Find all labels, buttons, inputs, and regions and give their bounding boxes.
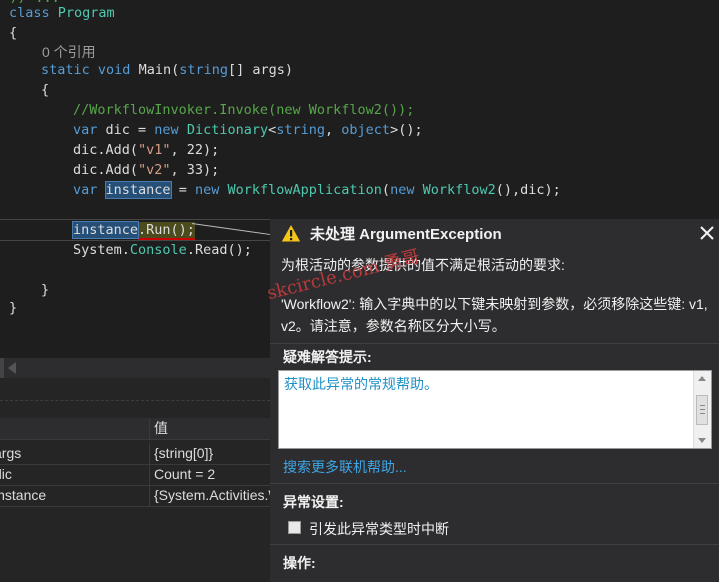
horizontal-scrollbar[interactable] bbox=[0, 358, 270, 378]
value-column-header[interactable]: 值 bbox=[149, 418, 270, 439]
code-text: ( bbox=[381, 182, 391, 198]
keyword: var bbox=[73, 182, 98, 198]
code-line-class: class Program bbox=[9, 3, 115, 23]
table-row[interactable]: instance {System.Activities.WorkflowAppl… bbox=[0, 485, 270, 507]
string-literal: "v1" bbox=[138, 142, 171, 158]
scrollbar-edge bbox=[0, 358, 4, 378]
highlighted-variable[interactable]: instance bbox=[71, 221, 140, 239]
code-line-comment: //WorkflowInvoker.Invoke(new Workflow2()… bbox=[73, 102, 415, 118]
keyword: new bbox=[194, 182, 220, 198]
exception-title: 未处理 ArgumentException bbox=[310, 226, 502, 243]
keyword: void bbox=[97, 62, 131, 78]
keyword: new bbox=[390, 182, 415, 198]
keyword: class bbox=[9, 5, 50, 21]
highlighted-variable[interactable]: instance bbox=[104, 181, 172, 199]
code-text: dic.Add( bbox=[73, 142, 139, 158]
local-value: {string[0]} bbox=[149, 443, 270, 464]
divider bbox=[270, 343, 719, 344]
code-line-brace: { bbox=[41, 82, 50, 98]
code-text: >(); bbox=[390, 122, 423, 138]
scroll-down-icon[interactable] bbox=[698, 438, 706, 443]
code-text: , 33); bbox=[170, 162, 220, 178]
scrollbar-thumb[interactable] bbox=[696, 395, 708, 425]
divider bbox=[270, 483, 719, 484]
code-line-brace: } bbox=[9, 300, 18, 316]
class-name: Program bbox=[57, 5, 115, 21]
keyword: new bbox=[154, 122, 179, 138]
code-line-add2: dic.Add("v2", 33); bbox=[73, 160, 219, 180]
method-name: Main( bbox=[138, 62, 180, 78]
troubleshooting-heading: 疑难解答提示: bbox=[283, 349, 372, 365]
keyword: var bbox=[73, 122, 98, 138]
code-text: , 22); bbox=[170, 142, 220, 158]
break-on-exception-label[interactable]: 引发此异常类型时中断 bbox=[309, 519, 449, 539]
type-name: WorkflowApplication bbox=[227, 182, 382, 198]
close-icon[interactable] bbox=[697, 223, 717, 243]
local-value: Count = 2 bbox=[149, 464, 270, 485]
table-row[interactable]: args {string[0]} bbox=[0, 443, 270, 465]
code-line-run: instance.Run(); bbox=[71, 220, 195, 240]
table-row[interactable]: dic Count = 2 bbox=[0, 464, 270, 486]
keyword: static bbox=[41, 62, 90, 78]
code-text: .Read(); bbox=[186, 242, 252, 258]
type-name: Workflow2 bbox=[422, 182, 496, 198]
code-line-console: System.Console.Read(); bbox=[73, 240, 252, 260]
code-text: dic.Add( bbox=[73, 162, 139, 178]
actions-heading: 操作: bbox=[283, 555, 316, 571]
local-name: args bbox=[0, 445, 22, 461]
scroll-left-icon[interactable] bbox=[8, 362, 16, 374]
general-help-link[interactable]: 获取此异常的常规帮助。 bbox=[284, 374, 438, 394]
code-text: System. bbox=[73, 242, 130, 258]
code-line-add1: dic.Add("v1", 22); bbox=[73, 140, 219, 160]
exception-detail: 'Workflow2': 输入字典中的以下键未映射到参数，必须移除这些键: v1… bbox=[281, 296, 708, 334]
warning-icon bbox=[280, 223, 302, 243]
troubleshooting-tips-list[interactable]: 获取此异常的常规帮助。 bbox=[278, 370, 712, 449]
code-text: dic = bbox=[97, 122, 155, 138]
local-name: instance bbox=[0, 487, 47, 503]
exception-statement[interactable]: .Run(); bbox=[138, 222, 195, 240]
search-online-help-link[interactable]: 搜索更多联机帮助... bbox=[283, 457, 407, 477]
code-text: , bbox=[325, 122, 342, 138]
divider bbox=[270, 544, 719, 545]
local-name: dic bbox=[0, 466, 12, 482]
keyword: string bbox=[276, 122, 326, 138]
code-text: (),dic); bbox=[495, 182, 561, 198]
code-text: = bbox=[170, 182, 195, 198]
locals-header-row: 值 bbox=[0, 418, 270, 440]
params: [] args) bbox=[228, 62, 294, 78]
keyword: object bbox=[341, 122, 391, 138]
break-on-exception-checkbox[interactable] bbox=[288, 521, 301, 534]
code-line-main: static void Main(string[] args) bbox=[41, 60, 293, 80]
reference-count[interactable]: 0 个引用 bbox=[42, 42, 96, 62]
exception-settings-heading: 异常设置: bbox=[283, 494, 344, 510]
name-column-header[interactable] bbox=[0, 418, 148, 439]
type-name: Dictionary bbox=[186, 122, 269, 138]
code-line-brace: { bbox=[9, 25, 18, 41]
locals-toolbar bbox=[0, 400, 270, 417]
scroll-up-icon[interactable] bbox=[698, 376, 706, 381]
keyword: string bbox=[179, 62, 228, 78]
type-name: Console bbox=[129, 242, 187, 258]
code-line-brace: } bbox=[41, 282, 50, 298]
local-value: {System.Activities.WorkflowApplication} bbox=[149, 485, 270, 506]
tips-scrollbar[interactable] bbox=[693, 371, 711, 448]
code-line-instance-decl: var instance = new WorkflowApplication(n… bbox=[73, 180, 561, 200]
code-line-dic-decl: var dic = new Dictionary<string, object>… bbox=[73, 120, 423, 140]
string-literal: "v2" bbox=[138, 162, 171, 178]
